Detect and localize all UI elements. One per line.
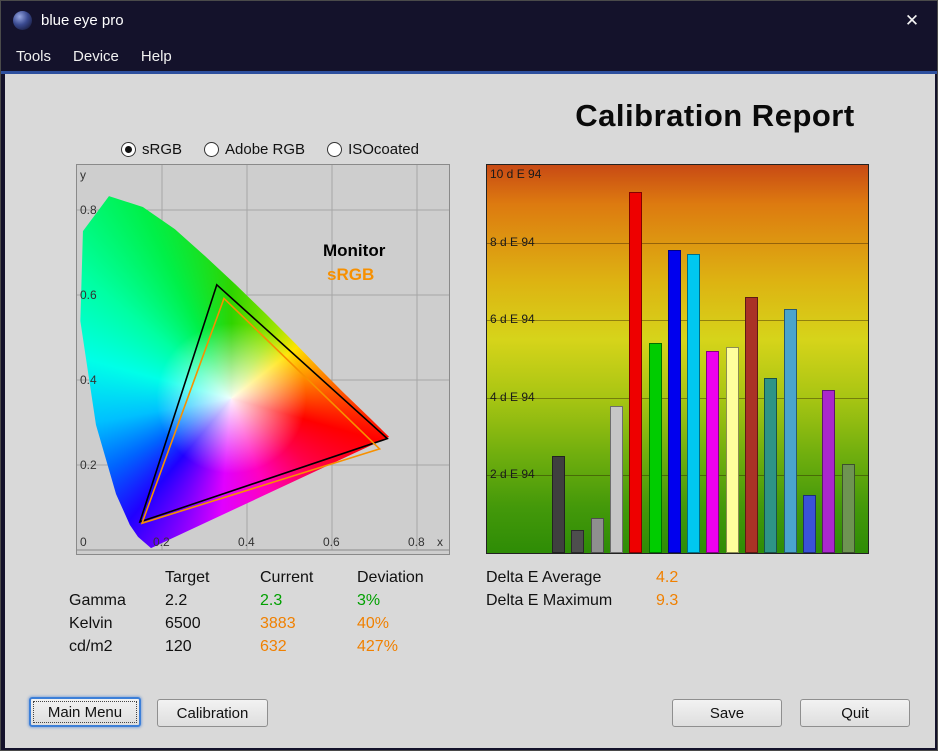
window-title: blue eye pro [41, 12, 124, 29]
x-axis-label: x [437, 535, 443, 549]
menu-item-tools[interactable]: Tools [5, 44, 62, 69]
y-tick-0.2: 0.2 [80, 458, 97, 472]
table-header-deviation: Deviation [357, 569, 424, 586]
delta-e-bar-7 [667, 250, 681, 553]
menu-bar: Tools Device Help [1, 41, 937, 71]
legend-monitor: Monitor [323, 241, 386, 260]
delta-e-bar-8 [687, 254, 701, 553]
delta-e-bar-3 [590, 518, 604, 553]
row-kelvin-target: 6500 [165, 615, 201, 632]
delta-e-maximum-value: 9.3 [656, 592, 679, 609]
row-cdm2-target: 120 [165, 638, 192, 655]
delta-e-bar-9 [706, 351, 720, 553]
menu-item-help[interactable]: Help [130, 44, 183, 69]
row-kelvin-label: Kelvin [69, 615, 113, 632]
y-tick-0.6: 0.6 [80, 288, 97, 302]
delta-e-bar-11 [745, 296, 758, 553]
main-menu-button[interactable]: Main Menu [29, 697, 141, 727]
color-space-selector: sRGB Adobe RGB ISOcoated [121, 140, 419, 158]
radio-isocoated[interactable]: ISOcoated [327, 141, 419, 158]
y-tick-0.8: 0.8 [80, 203, 97, 217]
row-gamma-current: 2.3 [260, 592, 283, 609]
radio-adobe-rgb[interactable]: Adobe RGB [204, 141, 305, 158]
row-cdm2-current: 632 [260, 638, 287, 655]
gamut-triangles-overlay [138, 283, 389, 525]
row-cdm2-label: cd/m2 [69, 638, 113, 655]
delta-e-average-value: 4.2 [656, 569, 679, 586]
calibration-button[interactable]: Calibration [157, 699, 268, 727]
delta-e-bar-2 [571, 529, 585, 553]
radio-srgb[interactable]: sRGB [121, 141, 182, 158]
client-area: Calibration Report sRGB Adobe RGB ISOcoa… [5, 74, 935, 748]
x-tick-0.4: 0.4 [238, 535, 255, 549]
row-cdm2-deviation: 427% [357, 638, 398, 655]
x-tick-0: 0 [80, 535, 87, 549]
radio-adobe-rgb-label: Adobe RGB [225, 140, 306, 158]
radio-srgb-label: sRGB [142, 140, 183, 158]
delta-e-bar-15 [822, 390, 836, 553]
bar-series [487, 165, 868, 553]
delta-e-average-label: Delta E Average [486, 569, 602, 586]
radio-circle-icon [204, 141, 220, 157]
quit-button[interactable]: Quit [800, 699, 910, 727]
y-axis-label: y [80, 168, 86, 182]
cie-chromaticity-diagram: 0 0.2 0.4 0.6 0.8 0.8 0.6 0.4 0.2 y x Monitor sR… [76, 164, 450, 555]
x-tick-0.2: 0.2 [153, 535, 170, 549]
delta-e-bar-chart: 10 d E 94 8 d E 94 6 d E 94 4 d E 94 2 d E 9… [486, 164, 869, 554]
delta-e-bar-1 [552, 456, 565, 553]
legend-srgb: sRGB [327, 265, 375, 284]
delta-e-maximum-label: Delta E Maximum [486, 592, 613, 609]
row-kelvin-current: 3883 [260, 615, 296, 632]
close-icon[interactable]: ✕ [899, 9, 925, 33]
row-gamma-deviation: 3% [357, 592, 381, 609]
delta-e-bar-4 [609, 405, 623, 553]
x-tick-0.6: 0.6 [323, 535, 340, 549]
row-gamma-label: Gamma [69, 592, 126, 609]
delta-e-bar-14 [802, 494, 816, 553]
page-title: Calibration Report [575, 98, 855, 133]
delta-e-bar-10 [725, 347, 739, 553]
app-window: blue eye pro ✕ Tools Device Help Calibra… [0, 0, 938, 751]
radio-circle-icon [327, 141, 343, 157]
table-header-current: Current [260, 569, 314, 586]
monitor-gamut-triangle [138, 283, 389, 524]
radio-circle-icon [121, 141, 136, 157]
x-tick-0.8: 0.8 [408, 535, 425, 549]
delta-e-bar-12 [764, 378, 778, 553]
delta-e-bar-13 [783, 308, 797, 553]
table-header-target: Target [165, 569, 210, 586]
delta-e-bar-5 [629, 192, 643, 553]
srgb-gamut-triangle [140, 296, 382, 525]
row-kelvin-deviation: 40% [357, 615, 390, 632]
menu-item-device[interactable]: Device [62, 44, 130, 69]
app-sphere-icon [13, 11, 32, 30]
title-bar[interactable]: blue eye pro ✕ [1, 1, 937, 41]
y-tick-0.4: 0.4 [80, 373, 97, 387]
delta-e-bar-6 [648, 343, 662, 553]
delta-e-bar-16 [841, 463, 855, 553]
radio-isocoated-label: ISOcoated [348, 140, 419, 158]
save-button[interactable]: Save [672, 699, 782, 727]
row-gamma-target: 2.2 [165, 592, 188, 609]
